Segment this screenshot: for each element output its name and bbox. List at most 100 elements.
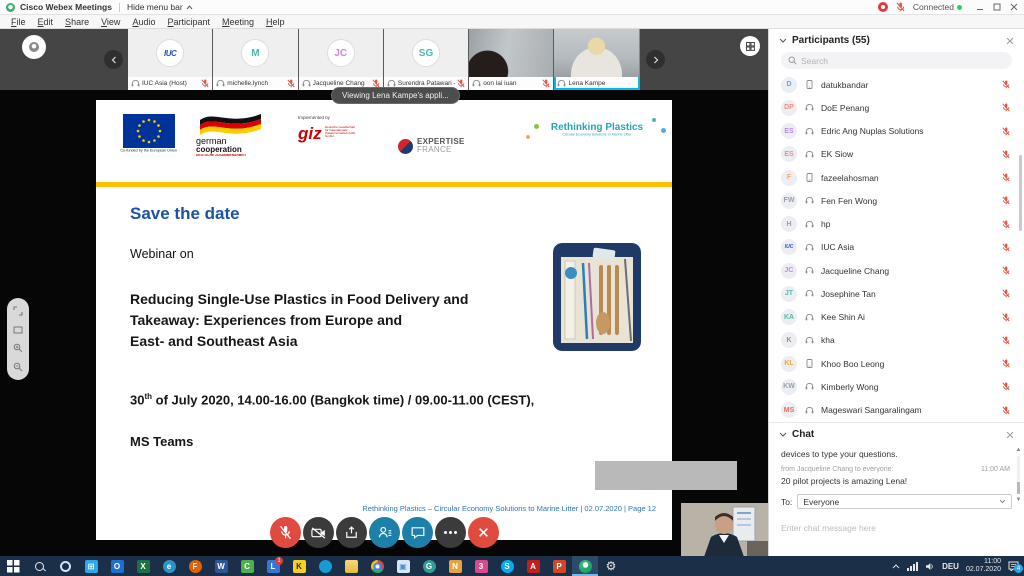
mic-muted-icon[interactable] [1002,336,1010,345]
self-view-video[interactable] [681,503,768,557]
taskbar-cortana-icon[interactable] [52,556,78,576]
taskbar-outlook-icon[interactable]: O [104,556,130,576]
participant-row[interactable]: F fazeelahosman [769,166,1024,189]
language-indicator[interactable]: DEU [942,562,959,571]
taskbar-globe-app-icon[interactable]: G [416,556,442,576]
thumbnail-lena-kampe[interactable]: Lena Kampe [554,29,639,90]
taskbar-kakaotalk-icon[interactable]: K [286,556,312,576]
taskbar-clock[interactable]: 11:00 02.07.2020 [966,558,1001,574]
mic-muted-icon[interactable] [1002,220,1010,229]
participant-search[interactable] [781,52,1012,69]
taskbar-excel-icon[interactable]: X [130,556,156,576]
menu-item[interactable]: Help [260,17,291,27]
menu-item[interactable]: Audio [126,17,161,27]
participant-row[interactable]: KA Kee Shin Ai [769,306,1024,329]
record-indicator-icon[interactable] [878,2,888,12]
fit-width-button[interactable] [12,305,24,317]
taskbar-photos-icon[interactable]: ▣ [390,556,416,576]
menu-item[interactable]: File [5,17,32,27]
taskbar-paint-icon[interactable]: 3 [468,556,494,576]
mic-muted-icon[interactable] [1002,289,1010,298]
search-input[interactable] [801,56,981,66]
show-hidden-icons-button[interactable] [892,564,900,569]
minimize-button[interactable] [976,3,984,11]
chat-scrollbar[interactable]: ▲ ▼ [1014,446,1023,504]
close-chat-button[interactable] [1006,431,1014,439]
participant-row[interactable]: ES EK Siow [769,143,1024,166]
action-center-button[interactable]: 4 [1008,561,1019,571]
mic-muted-icon[interactable] [1002,313,1010,322]
participants-scrollbar[interactable] [1019,155,1022,231]
taskbar-skype-icon[interactable]: S [494,556,520,576]
taskbar-firefox-icon[interactable]: F [182,556,208,576]
participant-row[interactable]: JC Jacqueline Chang [769,259,1024,282]
chat-message-input[interactable] [781,523,1012,533]
thumbnail-iuc-asia[interactable]: IUC IUC Asia (Host) [128,29,213,90]
participants-button[interactable] [369,517,400,548]
mic-muted-icon[interactable] [1002,266,1010,275]
taskbar-store-icon[interactable]: ⊞ [78,556,104,576]
grid-view-button[interactable] [740,36,760,56]
chevron-down-icon[interactable] [779,38,787,43]
thumbnail-michelle-lynch[interactable]: M michelle.lynch [213,29,298,90]
participant-row[interactable]: K kha [769,329,1024,352]
recipient-select[interactable]: Everyone [797,494,1012,509]
hide-menu-bar-button[interactable]: Hide menu bar [127,2,193,12]
mic-muted-icon[interactable] [1002,196,1010,205]
mic-muted-icon[interactable] [1002,80,1010,89]
mic-muted-icon[interactable] [1002,150,1010,159]
taskbar-powerpoint-icon[interactable]: P [546,556,572,576]
share-content-button[interactable] [336,517,367,548]
taskbar-acrobat-icon[interactable]: A [520,556,546,576]
taskbar-explorer-icon[interactable] [338,556,364,576]
taskbar-wechat-icon[interactable]: C [234,556,260,576]
next-videos-button[interactable] [646,50,665,69]
mic-muted-icon[interactable] [1002,243,1010,252]
participant-row[interactable]: JT Josephine Tan [769,282,1024,305]
mic-muted-icon[interactable] [1002,406,1010,415]
participant-row[interactable]: D datukbandar [769,73,1024,96]
participant-row[interactable]: KL Khoo Boo Leong [769,352,1024,375]
taskbar-notes-icon[interactable]: N [442,556,468,576]
scroll-up-icon[interactable]: ▲ [1014,446,1023,454]
participant-row[interactable]: FW Fen Fen Wong [769,189,1024,212]
participant-row[interactable]: ES Edric Ang Nuplas Solutions [769,120,1024,143]
taskbar-word-icon[interactable]: W [208,556,234,576]
mic-muted-icon[interactable] [1002,382,1010,391]
menu-item[interactable]: Edit [32,17,60,27]
more-options-button[interactable] [435,517,466,548]
mic-muted-icon[interactable] [1002,359,1010,368]
thumbnail-oon-lai-iuan[interactable]: oon lai iuan [469,29,554,90]
chat-button[interactable] [402,517,433,548]
taskbar-messenger-icon[interactable]: L 1 [260,556,286,576]
thumbnail-jacqueline-chang[interactable]: JC Jacqueline Chang [299,29,384,90]
participant-row[interactable]: MS Mageswari Sangaralingam [769,399,1024,422]
participant-row[interactable]: H hp [769,213,1024,236]
volume-icon[interactable] [925,562,935,571]
close-participants-button[interactable] [1006,37,1014,45]
scroll-down-icon[interactable]: ▼ [1014,496,1023,504]
participant-row[interactable]: DP DoE Penang [769,96,1024,119]
taskbar-chrome-icon[interactable] [364,556,390,576]
previous-videos-button[interactable] [104,50,123,69]
menu-item[interactable]: Share [59,17,95,27]
leave-meeting-button[interactable] [468,517,499,548]
thumbnail-surendra-patawari[interactable]: SG Surendra Patawari - Gemini [384,29,469,90]
zoom-out-button[interactable] [12,361,24,373]
camera-button[interactable] [303,517,334,548]
mic-muted-icon[interactable] [1002,127,1010,136]
menu-item[interactable]: View [95,17,126,27]
taskbar-webex-meeting-active-icon[interactable] [572,556,598,576]
taskbar-settings-icon[interactable]: ⚙ [598,556,624,576]
full-screen-button[interactable] [12,324,24,336]
mic-muted-icon[interactable] [1002,173,1010,182]
participant-row[interactable]: KW Kimberly Wong [769,375,1024,398]
taskbar-start-button[interactable] [0,556,26,576]
zoom-in-button[interactable] [12,342,24,354]
network-icon[interactable] [907,562,918,571]
menu-item[interactable]: Meeting [216,17,260,27]
taskbar-edge-icon[interactable]: e [156,556,182,576]
taskbar-search-icon[interactable] [26,556,52,576]
participant-row[interactable]: IUC IUC Asia [769,236,1024,259]
taskbar-webex-icon[interactable] [312,556,338,576]
